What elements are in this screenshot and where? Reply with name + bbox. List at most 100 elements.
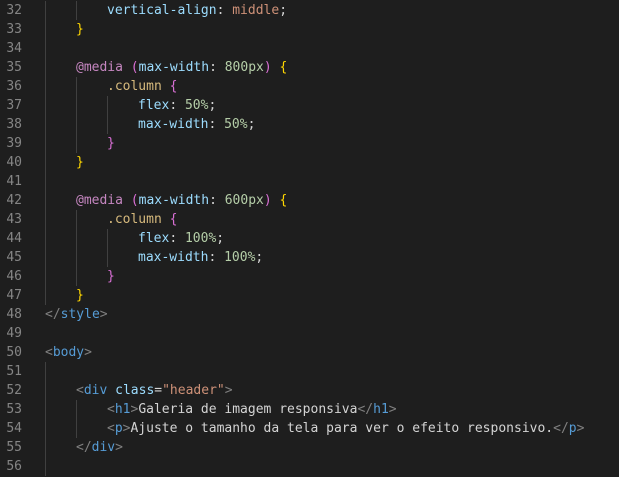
code-token-tag-bracket: < [107,402,115,417]
code-token-tag: style [60,307,100,322]
code-content: } [76,153,84,172]
code-token-tag-bracket: < [45,345,53,360]
line-number: 32 [6,3,22,18]
code-token-tag-bracket: > [99,307,108,322]
code-line[interactable]: 50 <body> [0,343,619,362]
code-token-text: Galeria de imagem responsiva [138,402,358,417]
code-content: } [76,286,84,305]
code-token-property: vertical-align [107,3,217,18]
line-number: 48 [6,307,22,322]
code-line[interactable]: 43 .column { [0,210,619,229]
code-line[interactable]: 52 <div class="header"> [0,381,619,400]
line-number: 56 [6,459,22,474]
code-content: .column { [107,77,177,96]
code-editor[interactable]: 32 vertical-align: middle; 33} 34 35 @media (… [0,0,619,477]
code-line[interactable]: 32 vertical-align: middle; [0,1,619,20]
code-content: <body> [45,343,92,362]
code-line[interactable]: 51 [0,362,619,381]
code-token-tag-bracket: </ [45,307,61,322]
line-number: 33 [6,22,22,37]
code-token-bracket-gold: } [76,155,84,170]
code-token-number: 600px [224,193,264,208]
line-number: 37 [6,98,22,113]
code-line[interactable]: 37 flex: 50%; [0,96,619,115]
code-token-tag-bracket: > [388,402,397,417]
code-token-text: : [216,3,233,18]
code-token-text: : [209,193,225,208]
code-line[interactable]: 47} [0,286,619,305]
code-content: <h1>Galeria de imagem responsiva</h1> [107,400,397,419]
code-token-text: ; [279,3,288,18]
code-token-bracket-gold: { [279,60,288,75]
code-token-at-rule: @media [76,60,123,75]
code-token-text: ; [247,117,256,132]
code-content: max-width: 100%; [138,248,263,267]
code-token-tag: body [52,345,85,360]
code-token-bracket-purple: ) [263,60,272,75]
code-line[interactable]: 40} [0,153,619,172]
code-token-string: "header" [162,383,225,398]
line-number: 38 [6,117,22,132]
code-token-text: : [208,250,225,265]
code-line[interactable]: 48 </style> [0,305,619,324]
code-content: <div class="header"> [76,381,233,400]
code-token-property: flex [138,231,170,246]
code-line[interactable]: 46} [0,267,619,286]
line-number: 43 [6,212,22,227]
code-line[interactable]: 53 <h1>Galeria de imagem responsiva</h1> [0,400,619,419]
line-number: 42 [6,193,22,208]
code-content: <p>Ajuste o tamanho da tela para ver o e… [107,419,584,438]
code-token-tag-bracket: > [115,440,123,455]
code-line[interactable]: 55 </div> [0,438,619,457]
line-number: 52 [6,383,22,398]
line-number: 47 [6,288,22,303]
line-number: 54 [6,421,22,436]
code-line[interactable]: 33} [0,20,619,39]
code-token-tag-bracket: < [107,421,115,436]
indent-guide [76,77,77,153]
line-number: 45 [6,250,22,265]
code-line[interactable]: 44 flex: 100%; [0,229,619,248]
code-content: max-width: 50%; [138,115,255,134]
code-token-bracket-purple: { [169,79,178,94]
indent-guide [76,400,77,438]
code-line[interactable]: 45 max-width: 100%; [0,248,619,267]
line-number: 49 [6,326,22,341]
code-token-value: middle [232,3,280,18]
code-token-bracket-gold: } [76,288,84,303]
code-token-text: : [169,98,185,113]
code-token-number: 50% [184,98,209,113]
code-token-text: ; [216,231,225,246]
code-token-tag: p [114,421,123,436]
code-token-attr: class [115,383,155,398]
code-line[interactable]: 35 @media (max-width: 800px) { [0,58,619,77]
line-number: 53 [6,402,22,417]
code-line[interactable]: 41 [0,172,619,191]
code-token-bracket-purple: } [107,136,115,151]
code-line[interactable]: 42 @media (max-width: 600px) { [0,191,619,210]
line-number: 44 [6,231,22,246]
code-line[interactable]: 56 [0,457,619,476]
code-token-bracket-gold: } [76,22,84,37]
code-token-tag: div [83,383,108,398]
code-line[interactable]: 39} [0,134,619,153]
code-token-bracket-purple: ) [263,193,272,208]
code-content: } [107,267,115,286]
code-line[interactable]: 38 max-width: 50%; [0,115,619,134]
line-number: 34 [6,41,22,56]
line-number: 40 [6,155,22,170]
indent-guide [76,210,77,286]
code-token-text: ; [208,98,217,113]
code-line[interactable]: 34 [0,39,619,58]
code-content: </div> [76,438,123,457]
line-number: 41 [6,174,22,189]
code-line[interactable]: 49 [0,324,619,343]
code-line[interactable]: 54 <p>Ajuste o tamanho da tela para ver o… [0,419,619,438]
code-line[interactable]: 36 .column { [0,77,619,96]
indent-guide [45,1,46,305]
code-content: vertical-align: middle; [107,1,287,20]
